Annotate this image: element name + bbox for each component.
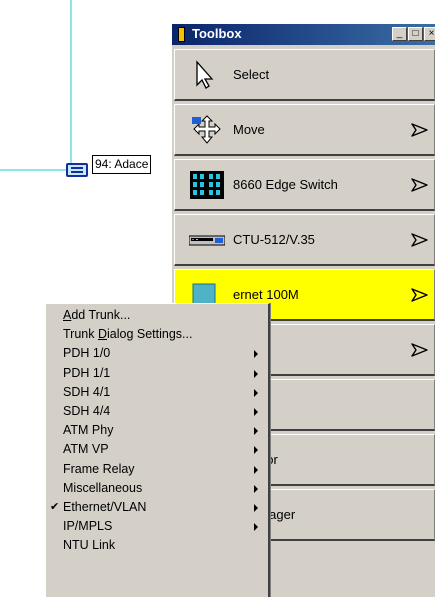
tool-button[interactable]: CTU-512/V.35 xyxy=(174,214,435,266)
tool-label: CTU-512/V.35 xyxy=(233,232,315,247)
menu-item[interactable]: NTU Link xyxy=(46,536,268,555)
toolbox-app-icon xyxy=(178,27,185,42)
submenu-arrow-icon xyxy=(254,465,258,474)
context-menu: Add Trunk... Trunk Dialog Settings... PDH … xyxy=(45,303,270,597)
menu-item-label: Add Trunk... xyxy=(63,308,131,322)
tool-button[interactable]: Move xyxy=(174,104,435,156)
submenu-arrow-icon xyxy=(254,369,258,378)
expand-arrow-icon[interactable] xyxy=(411,342,429,358)
menu-item[interactable]: ATM VP xyxy=(46,440,268,459)
submenu-arrow-icon xyxy=(254,503,258,512)
submenu-arrow-icon xyxy=(254,484,258,493)
expand-arrow-icon[interactable] xyxy=(411,287,429,303)
move-icon xyxy=(189,115,225,145)
edge-switch-icon xyxy=(189,170,225,200)
menu-item[interactable]: Trunk Dialog Settings... xyxy=(46,325,268,344)
menu-item-label: ATM Phy xyxy=(63,423,114,438)
network-link-vertical[interactable] xyxy=(70,0,72,167)
menu-item[interactable]: SDH 4/4 xyxy=(46,402,268,421)
menu-item-label: IP/MPLS xyxy=(63,519,113,534)
menu-item-label: PDH 1/0 xyxy=(63,346,111,361)
tool-label: Select xyxy=(233,67,270,82)
submenu-arrow-icon xyxy=(254,446,258,455)
network-node-icon[interactable] xyxy=(66,163,88,177)
menu-item-label: SDH 4/4 xyxy=(63,403,111,418)
menu-item-label: SDH 4/1 xyxy=(63,384,111,399)
menu-item-label: NTU Link xyxy=(63,538,116,553)
menu-item[interactable]: ✔ Ethernet/VLAN xyxy=(46,498,268,517)
expand-arrow-icon[interactable] xyxy=(411,122,429,138)
network-link-horizontal[interactable] xyxy=(0,169,66,171)
submenu-arrow-icon xyxy=(254,427,258,436)
tool-label: 8660 Edge Switch xyxy=(233,177,338,192)
menu-item[interactable]: IP/MPLS xyxy=(46,517,268,536)
submenu-arrow-icon xyxy=(254,407,258,416)
select-arrow-icon xyxy=(189,60,225,90)
menu-item-label: Trunk Dialog Settings... xyxy=(63,327,193,342)
menu-item[interactable]: PDH 1/0 xyxy=(46,344,268,363)
menu-item[interactable]: Miscellaneous xyxy=(46,479,268,498)
menu-item[interactable]: ATM Phy xyxy=(46,421,268,440)
menu-item-label: ATM VP xyxy=(63,442,109,457)
minimize-button[interactable]: _ xyxy=(392,27,407,41)
toolbox-title: Toolbox xyxy=(192,26,242,41)
menu-item-label: Frame Relay xyxy=(63,461,135,476)
close-button[interactable]: × xyxy=(424,27,435,41)
menu-item-label: Miscellaneous xyxy=(63,480,143,495)
menu-item[interactable]: Frame Relay xyxy=(46,460,268,479)
maximize-button[interactable]: □ xyxy=(408,27,423,41)
submenu-arrow-icon xyxy=(254,523,258,532)
tool-button[interactable]: Select xyxy=(174,49,435,101)
menu-item-label: PDH 1/1 xyxy=(63,365,111,380)
menu-item[interactable]: SDH 4/1 xyxy=(46,383,268,402)
submenu-arrow-icon xyxy=(254,388,258,397)
checkmark-icon: ✔ xyxy=(50,500,60,513)
menu-item[interactable]: PDH 1/1 xyxy=(46,364,268,383)
tool-label: ernet 100M xyxy=(233,287,299,302)
expand-arrow-icon[interactable] xyxy=(411,232,429,248)
submenu-arrow-icon xyxy=(254,350,258,359)
expand-arrow-icon[interactable] xyxy=(411,177,429,193)
ctu-device-icon xyxy=(188,225,226,255)
node-label[interactable]: 94: Adace xyxy=(92,155,152,174)
menu-item[interactable]: Add Trunk... xyxy=(46,306,268,325)
toolbox-titlebar[interactable]: Toolbox _ □ × xyxy=(172,24,435,45)
tool-button[interactable]: 8660 Edge Switch xyxy=(174,159,435,211)
menu-item-label: Ethernet/VLAN xyxy=(63,499,147,514)
tool-label: Move xyxy=(233,122,265,137)
